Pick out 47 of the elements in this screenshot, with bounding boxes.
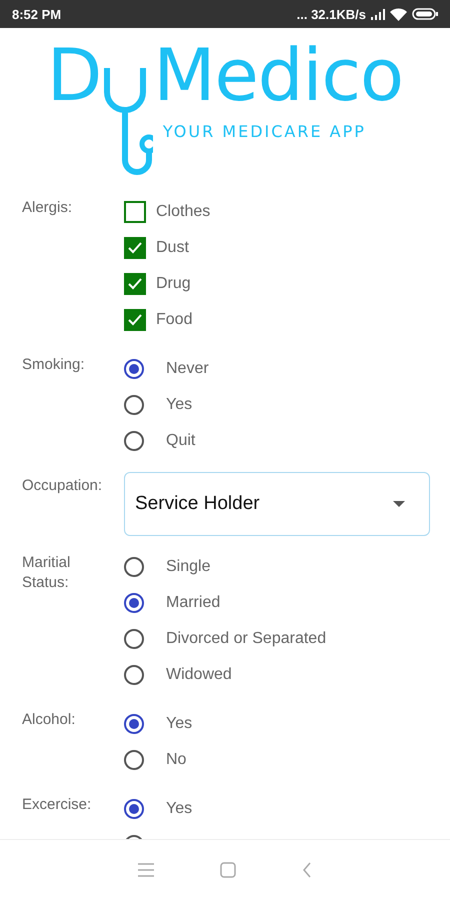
signal-icon bbox=[371, 8, 385, 20]
checkmark-icon bbox=[127, 313, 143, 327]
radio-button[interactable] bbox=[124, 714, 144, 734]
radio-button[interactable] bbox=[124, 799, 144, 819]
option-label: Never bbox=[166, 360, 209, 378]
radio-button[interactable] bbox=[124, 431, 144, 451]
option-label: Dust bbox=[156, 239, 189, 257]
checkbox[interactable] bbox=[124, 309, 146, 331]
field-label: Occupation: bbox=[22, 476, 102, 496]
radio-button[interactable] bbox=[124, 359, 144, 379]
option-label: Widowed bbox=[166, 666, 232, 684]
field-label: Maritial Status: bbox=[22, 553, 72, 593]
radio-button[interactable] bbox=[124, 629, 144, 649]
field-label: Excercise: bbox=[22, 795, 92, 815]
option-label: Drug bbox=[156, 275, 191, 293]
option-label: Food bbox=[156, 311, 192, 329]
radio-button[interactable] bbox=[124, 665, 144, 685]
battery-icon bbox=[412, 8, 438, 20]
radio-button[interactable] bbox=[124, 395, 144, 415]
radio-button[interactable] bbox=[124, 750, 144, 770]
field-label: Smoking: bbox=[22, 355, 86, 375]
logo-initial: D bbox=[46, 36, 102, 114]
checkmark-icon bbox=[127, 277, 143, 291]
checkmark-icon bbox=[127, 241, 143, 255]
option-label: Yes bbox=[166, 396, 192, 414]
logo-name: Medico bbox=[153, 36, 404, 114]
radio-button[interactable] bbox=[124, 557, 144, 577]
checkbox[interactable] bbox=[124, 201, 146, 223]
caret-icon bbox=[393, 501, 405, 507]
logo-tagline: YOUR MEDICARE APP bbox=[162, 122, 366, 141]
field-label: Alergis: bbox=[22, 198, 74, 218]
occupation-dropdown[interactable]: Service Holder bbox=[124, 472, 430, 536]
status-time: 8:52 PM bbox=[12, 6, 62, 22]
option-label: No bbox=[166, 751, 186, 769]
checkbox[interactable] bbox=[124, 237, 146, 259]
option-label: Married bbox=[166, 594, 220, 612]
option-label: Quit bbox=[166, 432, 196, 450]
checkbox[interactable] bbox=[124, 273, 146, 295]
field-label: Alcohol: bbox=[22, 710, 76, 730]
network-speed: ... 32.1KB/s bbox=[296, 6, 366, 22]
option-label: Clothes bbox=[156, 203, 210, 221]
option-label: Single bbox=[166, 558, 210, 576]
option-label: Yes bbox=[166, 715, 192, 733]
option-label: Yes bbox=[166, 800, 192, 818]
radio-button[interactable] bbox=[124, 593, 144, 613]
option-label: Divorced or Separated bbox=[166, 630, 326, 648]
wifi-icon bbox=[390, 8, 407, 20]
